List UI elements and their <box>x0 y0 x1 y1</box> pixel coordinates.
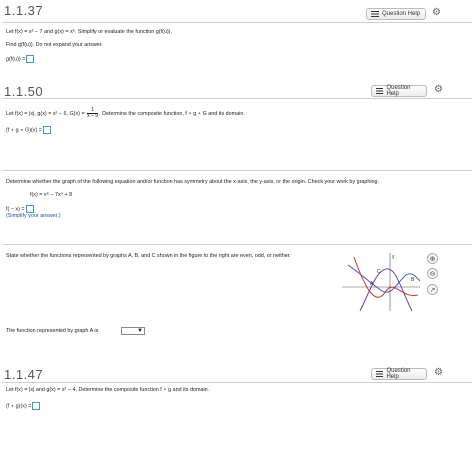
answer-input[interactable] <box>26 55 35 63</box>
gear-icon[interactable]: ⚙ <box>432 8 441 18</box>
gear-icon[interactable]: ⚙ <box>434 368 443 378</box>
graph-label-b: B <box>411 277 415 283</box>
equation: f(x) = x⁶ − 7x⁴ + 8 <box>30 192 73 198</box>
hint-text: (Simplify your answer.) <box>6 213 61 219</box>
y-label: y <box>392 254 395 260</box>
answer-label: The function represented by graph A is <box>6 328 99 334</box>
help-label: Question Help <box>386 85 411 97</box>
answer-label: (f ∘ g ∘ G)(x) = <box>6 127 42 134</box>
list-icon <box>371 11 379 17</box>
question-text: Let f(x) = |x| and g(x) = x² − 4. Determ… <box>6 387 210 393</box>
answer-input[interactable] <box>32 402 41 410</box>
fraction: 1 x − 9 <box>87 108 99 119</box>
question-instruction: Find g(f(u)). Do not expand your answer. <box>6 42 103 48</box>
problem-title: 1.1.37 <box>4 3 44 18</box>
function-graph: y C B A <box>342 253 421 312</box>
gear-icon[interactable]: ⚙ <box>434 85 443 95</box>
zoom-out-icon[interactable]: ⊖ <box>427 268 438 279</box>
dropdown-arrow-icon: ▼ <box>137 328 143 334</box>
question-text: Determine whether the graph of the follo… <box>6 179 380 185</box>
graph-c-curve <box>359 268 413 312</box>
question-help-button[interactable]: Question Help <box>371 85 427 97</box>
answer-input[interactable] <box>25 205 34 213</box>
answer-row: (f ∘ g)(x) = <box>6 402 41 410</box>
problem-title: 1.1.50 <box>4 84 44 99</box>
graph-label-c: C <box>377 269 381 275</box>
question-text: Let f(x) = |x|, g(x) = x² − 6, G(x) = 1 … <box>6 108 245 119</box>
divider <box>2 98 472 99</box>
help-label: Question Help <box>386 368 411 380</box>
list-icon <box>376 371 384 377</box>
answer-input[interactable] <box>42 126 51 134</box>
question-text-part: Let f(x) = |x|, g(x) = x² − 6, G(x) = <box>6 110 85 117</box>
question-help-button[interactable]: Question Help <box>366 8 426 20</box>
answer-label: (f ∘ g)(x) = <box>6 403 32 410</box>
fraction-denominator: x − 9 <box>87 113 99 119</box>
answer-label: f( − x) = <box>6 206 25 213</box>
list-icon <box>376 88 384 94</box>
question-text: Let f(x) = x² − 7 and g(x) = x⁶. Simplif… <box>6 29 172 35</box>
help-label: Question Help <box>382 11 421 17</box>
question-text-part: . Determine the composite function, f ∘ … <box>99 110 245 117</box>
divider <box>2 170 472 171</box>
answer-row: (f ∘ g ∘ G)(x) = <box>6 126 51 134</box>
external-link-icon[interactable]: ↗ <box>427 284 438 295</box>
graph-a-type-select[interactable]: ▼ <box>121 327 145 335</box>
divider <box>2 244 472 245</box>
divider <box>2 382 472 383</box>
answer-label: g(f(u)) = <box>6 56 26 63</box>
problem-title: 1.1.47 <box>4 367 44 382</box>
question-text: State whether the functions represented … <box>6 253 291 259</box>
question-help-button[interactable]: Question Help <box>371 368 427 380</box>
zoom-in-icon[interactable]: ⊕ <box>427 253 438 264</box>
divider <box>2 22 472 23</box>
answer-row: g(f(u)) = <box>6 55 35 63</box>
